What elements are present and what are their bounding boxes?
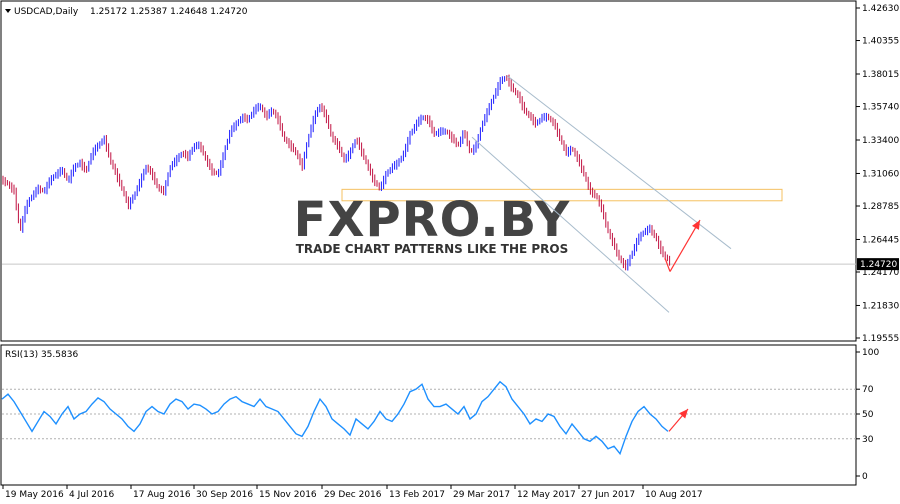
date-tick-label: 29 Dec 2016 (324, 490, 382, 500)
price-panel (0, 0, 857, 342)
date-tick-label: 10 Aug 2017 (645, 490, 703, 500)
symbol-label: USDCAD,Daily (14, 7, 79, 17)
rsi-tick-label: 100 (862, 348, 879, 358)
date-tick-label: 13 Feb 2017 (389, 490, 445, 500)
price-tick-label: 1.31060 (862, 169, 899, 179)
date-tick-label: 19 May 2016 (5, 490, 64, 500)
rsi-label: RSI(13) 35.5836 (5, 350, 78, 360)
price-axis: 1.42630 1.40355 1.38015 1.35740 1.33400 1.310… (856, 4, 899, 344)
date-tick-label: 17 Aug 2016 (133, 490, 191, 500)
current-price-label: 1.24720 (860, 260, 897, 270)
price-tick-label: 1.21830 (862, 301, 899, 311)
price-tick-label: 1.33400 (862, 136, 899, 146)
watermark-logo: FXPRO.BY TRADE CHART PATTERNS LIKE THE P… (294, 192, 571, 256)
price-tick-label: 1.19555 (862, 334, 899, 344)
price-tick-label: 1.28785 (862, 202, 899, 212)
date-tick-label: 12 May 2017 (517, 490, 576, 500)
rsi-tick-label: 0 (862, 472, 868, 482)
watermark-brand: FXPRO.BY (294, 192, 571, 248)
rsi-tick-label: 30 (862, 435, 874, 445)
rsi-axis: 100 70 50 30 0 (856, 348, 879, 482)
rsi-tick-label: 70 (862, 385, 874, 395)
price-tick-label: 1.38015 (862, 70, 899, 80)
forex-chart: 1.42630 1.40355 1.38015 1.35740 1.33400 1.310… (0, 0, 899, 500)
price-tick-label: 1.26445 (862, 235, 899, 245)
price-tick-label: 1.35740 (862, 103, 899, 113)
date-tick-label: 27 Jun 2017 (581, 490, 635, 500)
current-price-marker: 1.24720 (857, 258, 899, 271)
watermark-tagline: TRADE CHART PATTERNS LIKE THE PROS (296, 242, 569, 256)
ohlc-header: 1.25172 1.25387 1.24648 1.24720 (90, 7, 248, 17)
date-tick-label: 4 Jul 2016 (69, 490, 114, 500)
price-tick-label: 1.40355 (862, 37, 899, 47)
date-tick-label: 29 Mar 2017 (453, 490, 510, 500)
date-axis: 19 May 2016 4 Jul 2016 17 Aug 2016 30 Sep 2… (2, 485, 703, 500)
rsi-tick-label: 50 (862, 410, 874, 420)
date-tick-label: 15 Nov 2016 (259, 490, 317, 500)
price-tick-label: 1.42630 (862, 4, 899, 14)
rsi-panel (0, 344, 857, 486)
date-tick-label: 30 Sep 2016 (196, 490, 253, 500)
